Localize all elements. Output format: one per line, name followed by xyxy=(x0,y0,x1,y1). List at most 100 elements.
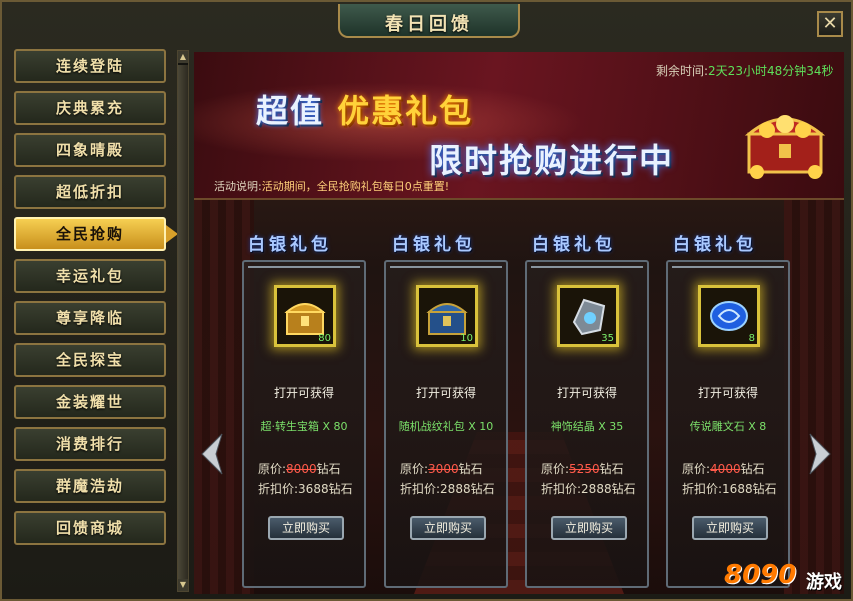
sidebar-item-low-discount[interactable]: 超低折扣 xyxy=(14,175,166,209)
discount-price-value: 2888钻石 xyxy=(440,482,495,496)
desc-value: 活动期间，全民抢购礼包每日0点重置! xyxy=(261,180,450,193)
banner-headline-a: 超值 xyxy=(256,92,325,130)
sidebar-item-gold-gear[interactable]: 金装耀世 xyxy=(14,385,166,419)
discount-price-label: 折扣价: xyxy=(541,482,582,496)
discount-price-value: 1688钻石 xyxy=(722,482,777,496)
original-price: 原价:5250钻石 xyxy=(541,460,624,477)
event-window: 春日回馈 ✕ 连续登陆 庆典累充 四象晴殿 超低折扣 全民抢购 幸运礼包 尊享降… xyxy=(0,0,853,601)
sidebar-item-lucky-pack[interactable]: 幸运礼包 xyxy=(14,259,166,293)
sidebar-item-label: 连续登陆 xyxy=(55,57,124,75)
scroll-down-arrow-icon[interactable]: ▼ xyxy=(178,579,188,591)
sidebar-item-label: 幸运礼包 xyxy=(55,267,124,285)
original-price-label: 原价: xyxy=(682,462,711,476)
original-price: 原价:3000钻石 xyxy=(400,460,483,477)
item-slot[interactable]: 35 xyxy=(557,285,619,347)
original-price: 原价:4000钻石 xyxy=(682,460,765,477)
sidebar-item-flash-sale[interactable]: 全民抢购 xyxy=(14,217,178,251)
pack-card: 35 打开可获得 神饰结晶 X 35 原价:5250钻石 折扣价:2888钻石 … xyxy=(525,260,649,588)
open-to-get-label: 打开可获得 xyxy=(415,386,476,400)
original-price-label: 原价: xyxy=(400,462,429,476)
title-plate: 春日回馈 xyxy=(338,4,520,38)
discount-price-label: 折扣价: xyxy=(400,482,441,496)
currency-unit: 钻石 xyxy=(740,462,765,476)
window-title: 春日回馈 xyxy=(385,14,473,35)
banner-headline: 超值 优惠礼包 xyxy=(256,86,473,132)
reward-item: 超·转生宝箱 X 80 xyxy=(260,420,348,433)
pack-title: 白银礼包 xyxy=(532,235,616,255)
original-price-value: 4000 xyxy=(710,462,741,476)
currency-unit: 钻石 xyxy=(316,462,341,476)
scroll-up-arrow-icon[interactable]: ▲ xyxy=(178,51,188,63)
reward-item: 传说雕文石 X 8 xyxy=(689,420,767,433)
sidebar-item-celebration-recharge[interactable]: 庆典累充 xyxy=(14,91,166,125)
timer-value: 2天23小时48分钟34秒 xyxy=(708,64,834,78)
sidebar-item-label: 全民抢购 xyxy=(55,225,124,243)
next-page-arrow-icon[interactable] xyxy=(808,432,834,476)
discount-price-label: 折扣价: xyxy=(682,482,723,496)
buy-now-button[interactable]: 立即购买 xyxy=(692,516,768,540)
item-slot[interactable]: 80 xyxy=(274,285,336,347)
item-slot[interactable]: 10 xyxy=(416,285,478,347)
watermark-logo-text: 游戏 xyxy=(806,572,842,593)
sidebar-item-label: 回馈商城 xyxy=(55,519,124,537)
close-button[interactable]: ✕ xyxy=(817,11,843,37)
sidebar-item-label: 庆典累充 xyxy=(55,99,124,117)
item-quantity: 10 xyxy=(460,333,473,344)
original-price-label: 原价: xyxy=(258,462,287,476)
currency-unit: 钻石 xyxy=(458,462,483,476)
pack-card: 8 打开可获得 传说雕文石 X 8 原价:4000钻石 折扣价:1688钻石 立… xyxy=(666,260,790,588)
rune-stone-icon xyxy=(710,301,748,331)
sidebar-item-label: 超低折扣 xyxy=(55,183,124,201)
original-price-label: 原价: xyxy=(541,462,570,476)
sidebar-item-four-symbols[interactable]: 四象晴殿 xyxy=(14,133,166,167)
gold-treasure-chest-icon xyxy=(744,115,826,179)
sidebar-item-label: 消费排行 xyxy=(55,435,124,453)
open-to-get-label: 打开可获得 xyxy=(556,386,617,400)
sidebar-scrollbar[interactable]: ▲ ▼ xyxy=(177,50,189,592)
currency-unit: 钻石 xyxy=(599,462,624,476)
sidebar-menu: 连续登陆 庆典累充 四象晴殿 超低折扣 全民抢购 幸运礼包 尊享降临 全民探宝 … xyxy=(10,45,178,593)
item-quantity: 80 xyxy=(318,333,331,344)
open-to-get-label: 打开可获得 xyxy=(273,386,334,400)
event-content: 剩余时间:2天23小时48分钟34秒 超值 优惠礼包 限时抢购进行中 活动说明:… xyxy=(194,52,844,594)
discount-price-label: 折扣价: xyxy=(258,482,299,496)
sidebar-item-label: 群魔浩劫 xyxy=(55,477,124,495)
buy-now-button[interactable]: 立即购买 xyxy=(268,516,344,540)
item-slot[interactable]: 8 xyxy=(698,285,760,347)
buy-now-button[interactable]: 立即购买 xyxy=(551,516,627,540)
pack-title: 白银礼包 xyxy=(248,235,332,255)
banner-headline-b: 优惠礼包 xyxy=(337,92,474,130)
event-banner: 剩余时间:2天23小时48分钟34秒 超值 优惠礼包 限时抢购进行中 活动说明:… xyxy=(194,52,844,200)
event-description: 活动说明:活动期间，全民抢购礼包每日0点重置! xyxy=(214,178,449,194)
site-watermark: 8090 游戏 xyxy=(724,550,853,600)
sidebar-item-vip-arrival[interactable]: 尊享降临 xyxy=(14,301,166,335)
sidebar-item-label: 全民探宝 xyxy=(55,351,124,369)
open-to-get-label: 打开可获得 xyxy=(697,386,758,400)
discount-price: 折扣价:1688钻石 xyxy=(682,480,777,497)
prev-page-arrow-icon[interactable] xyxy=(198,432,224,476)
scroll-thumb[interactable] xyxy=(178,65,188,579)
sidebar-item-treasure-hunt[interactable]: 全民探宝 xyxy=(14,343,166,377)
original-price-value: 5250 xyxy=(569,462,600,476)
watermark-logo-number: 8090 xyxy=(724,560,797,590)
banner-subheadline: 限时抢购进行中 xyxy=(429,141,674,180)
item-quantity: 35 xyxy=(601,333,614,344)
sidebar-item-demon-raid[interactable]: 群魔浩劫 xyxy=(14,469,166,503)
sidebar-item-label: 四象晴殿 xyxy=(55,141,124,159)
sidebar-item-spending-rank[interactable]: 消费排行 xyxy=(14,427,166,461)
item-quantity: 8 xyxy=(748,333,755,344)
discount-price: 折扣价:3688钻石 xyxy=(258,480,353,497)
original-price-value: 3000 xyxy=(428,462,459,476)
right-curtain xyxy=(784,200,844,594)
sidebar-item-label: 金装耀世 xyxy=(55,393,124,411)
buy-now-button[interactable]: 立即购买 xyxy=(410,516,486,540)
desc-label: 活动说明: xyxy=(214,180,262,193)
pack-card: 80 打开可获得 超·转生宝箱 X 80 原价:8000钻石 折扣价:3688钻… xyxy=(242,260,366,588)
discount-price: 折扣价:2888钻石 xyxy=(400,480,495,497)
timer-label: 剩余时间: xyxy=(656,64,709,78)
pack-card: 10 打开可获得 随机战纹礼包 X 10 原价:3000钻石 折扣价:2888钻… xyxy=(384,260,508,588)
sidebar-item-consecutive-login[interactable]: 连续登陆 xyxy=(14,49,166,83)
pack-title: 白银礼包 xyxy=(673,235,757,255)
pack-title: 白银礼包 xyxy=(392,235,476,255)
sidebar-item-reward-shop[interactable]: 回馈商城 xyxy=(14,511,166,545)
